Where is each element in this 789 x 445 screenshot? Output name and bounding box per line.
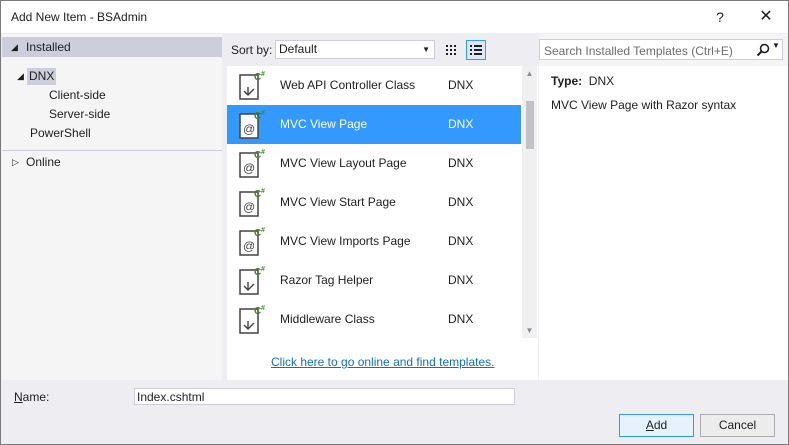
svg-text:#: # (261, 149, 265, 156)
template-name: MVC View Page (280, 117, 368, 131)
tree-item-client-side[interactable]: Client-side (49, 86, 106, 105)
template-item[interactable]: C # @ MVC View Start Page DNX (227, 183, 521, 222)
scrollbar-thumb[interactable] (526, 101, 534, 149)
template-name: Middleware Class (280, 312, 375, 326)
name-label: Name: (14, 390, 49, 404)
template-item[interactable]: C # Web API Controller Class DNX (227, 66, 521, 105)
scroll-up-arrow-icon[interactable]: ▲ (522, 66, 537, 81)
add-new-item-dialog: Add New Item - BSAdmin ? ✕ ◢ Installed ◢… (0, 0, 789, 445)
collapsed-arrow-icon[interactable]: ▷ (12, 153, 19, 172)
svg-text:@: @ (243, 239, 255, 253)
sort-by-select[interactable]: Default ▼ (275, 40, 435, 59)
add-button[interactable]: Add (619, 414, 694, 437)
svg-text:#: # (261, 305, 265, 312)
sort-by-value: Default (279, 42, 318, 56)
cs-class-icon: C # (239, 71, 265, 100)
search-input[interactable] (542, 40, 756, 61)
template-language: DNX (448, 156, 474, 170)
svg-text:#: # (261, 227, 265, 234)
tree-item-label: DNX (27, 68, 57, 85)
template-item[interactable]: C # @ MVC View Imports Page DNX (227, 222, 521, 261)
search-dropdown-icon[interactable]: ▼ (772, 41, 780, 50)
grid-view-icon (446, 45, 456, 55)
name-label-mnemonic: N (14, 390, 23, 404)
template-name: MVC View Start Page (280, 195, 396, 209)
template-list-panel: Sort by: Default ▼ C # Web API Controlle… (223, 34, 539, 380)
footer: Name: Add Cancel (1, 381, 788, 444)
template-item[interactable]: C # Razor Tag Helper DNX (227, 261, 521, 300)
search-box[interactable]: ▼ (539, 39, 783, 61)
template-language: DNX (448, 273, 474, 287)
template-name: MVC View Layout Page (280, 156, 407, 170)
expanded-arrow-icon[interactable]: ◢ (11, 37, 18, 57)
cancel-button[interactable]: Cancel (700, 414, 775, 437)
svg-text:@: @ (243, 122, 255, 136)
vertical-scrollbar[interactable]: ▲ ▼ (522, 66, 537, 338)
divider (2, 150, 222, 151)
template-item[interactable]: C # @ MVC View Page DNX (227, 105, 521, 144)
type-value: DNX (588, 74, 615, 88)
tree-item-label: Online (26, 155, 61, 169)
chevron-down-icon: ▼ (422, 45, 430, 54)
svg-text:#: # (261, 266, 265, 273)
tree-item-installed[interactable]: ◢ Installed (2, 37, 222, 57)
template-language: DNX (448, 117, 474, 131)
expanded-arrow-icon[interactable]: ◢ (17, 67, 24, 86)
type-label: Type: (551, 74, 583, 88)
details-panel: ▼ Type: DNX MVC View Page with Razor syn… (539, 34, 788, 380)
template-language: DNX (448, 234, 474, 248)
category-tree: ◢ Installed ◢ DNX Client-side Server-sid… (2, 34, 222, 380)
template-name: MVC View Imports Page (280, 234, 411, 248)
template-language: DNX (448, 195, 474, 209)
template-language: DNX (448, 78, 474, 92)
small-icons-view-button[interactable] (441, 40, 461, 60)
help-button[interactable]: ? (710, 7, 730, 27)
tree-item-powershell[interactable]: PowerShell (30, 124, 91, 143)
template-list: C # Web API Controller Class DNX C # @ MVC View… (227, 66, 538, 380)
type-line: Type: DNX (551, 74, 614, 88)
find-online-templates-link[interactable]: Click here to go online and find templat… (271, 355, 494, 369)
svg-text:#: # (261, 71, 265, 78)
name-field[interactable] (134, 388, 515, 405)
cs-class-icon: C # (239, 305, 265, 334)
razor-page-icon: C #@ (239, 188, 265, 217)
razor-page-icon: C #@ (239, 110, 265, 139)
search-icon[interactable] (755, 42, 771, 58)
sort-toolbar: Sort by: Default ▼ (223, 34, 539, 66)
cs-class-icon: C # (239, 266, 265, 295)
template-name: Web API Controller Class (280, 78, 416, 92)
title-bar: Add New Item - BSAdmin ? ✕ (1, 1, 788, 33)
template-name: Razor Tag Helper (280, 273, 374, 287)
add-label-rest: dd (653, 418, 668, 432)
sort-by-label: Sort by: (231, 43, 273, 57)
details-view-button[interactable] (466, 40, 486, 60)
template-language: DNX (448, 312, 474, 326)
template-details: Type: DNX MVC View Page with Razor synta… (539, 66, 788, 380)
svg-text:@: @ (243, 161, 255, 175)
list-view-icon (470, 45, 482, 55)
scroll-down-arrow-icon[interactable]: ▼ (522, 323, 537, 338)
window-title: Add New Item - BSAdmin (11, 10, 148, 24)
svg-text:#: # (261, 110, 265, 117)
template-item[interactable]: C # @ MVC View Layout Page DNX (227, 144, 521, 183)
razor-page-icon: C #@ (239, 227, 265, 256)
template-item[interactable]: C # Middleware Class DNX (227, 300, 521, 339)
svg-text:@: @ (243, 200, 255, 214)
tree-item-server-side[interactable]: Server-side (49, 105, 110, 124)
name-label-rest: ame: (22, 390, 50, 404)
add-mnemonic: A (645, 418, 654, 432)
template-description: MVC View Page with Razor syntax (551, 98, 737, 112)
svg-text:#: # (261, 188, 265, 195)
razor-page-icon: C #@ (239, 149, 265, 178)
close-button[interactable]: ✕ (756, 7, 776, 27)
tree-item-online[interactable]: ▷ Online (2, 153, 222, 172)
tree-item-dnx[interactable]: ◢ DNX (2, 67, 222, 86)
tree-item-label: Installed (26, 40, 71, 54)
